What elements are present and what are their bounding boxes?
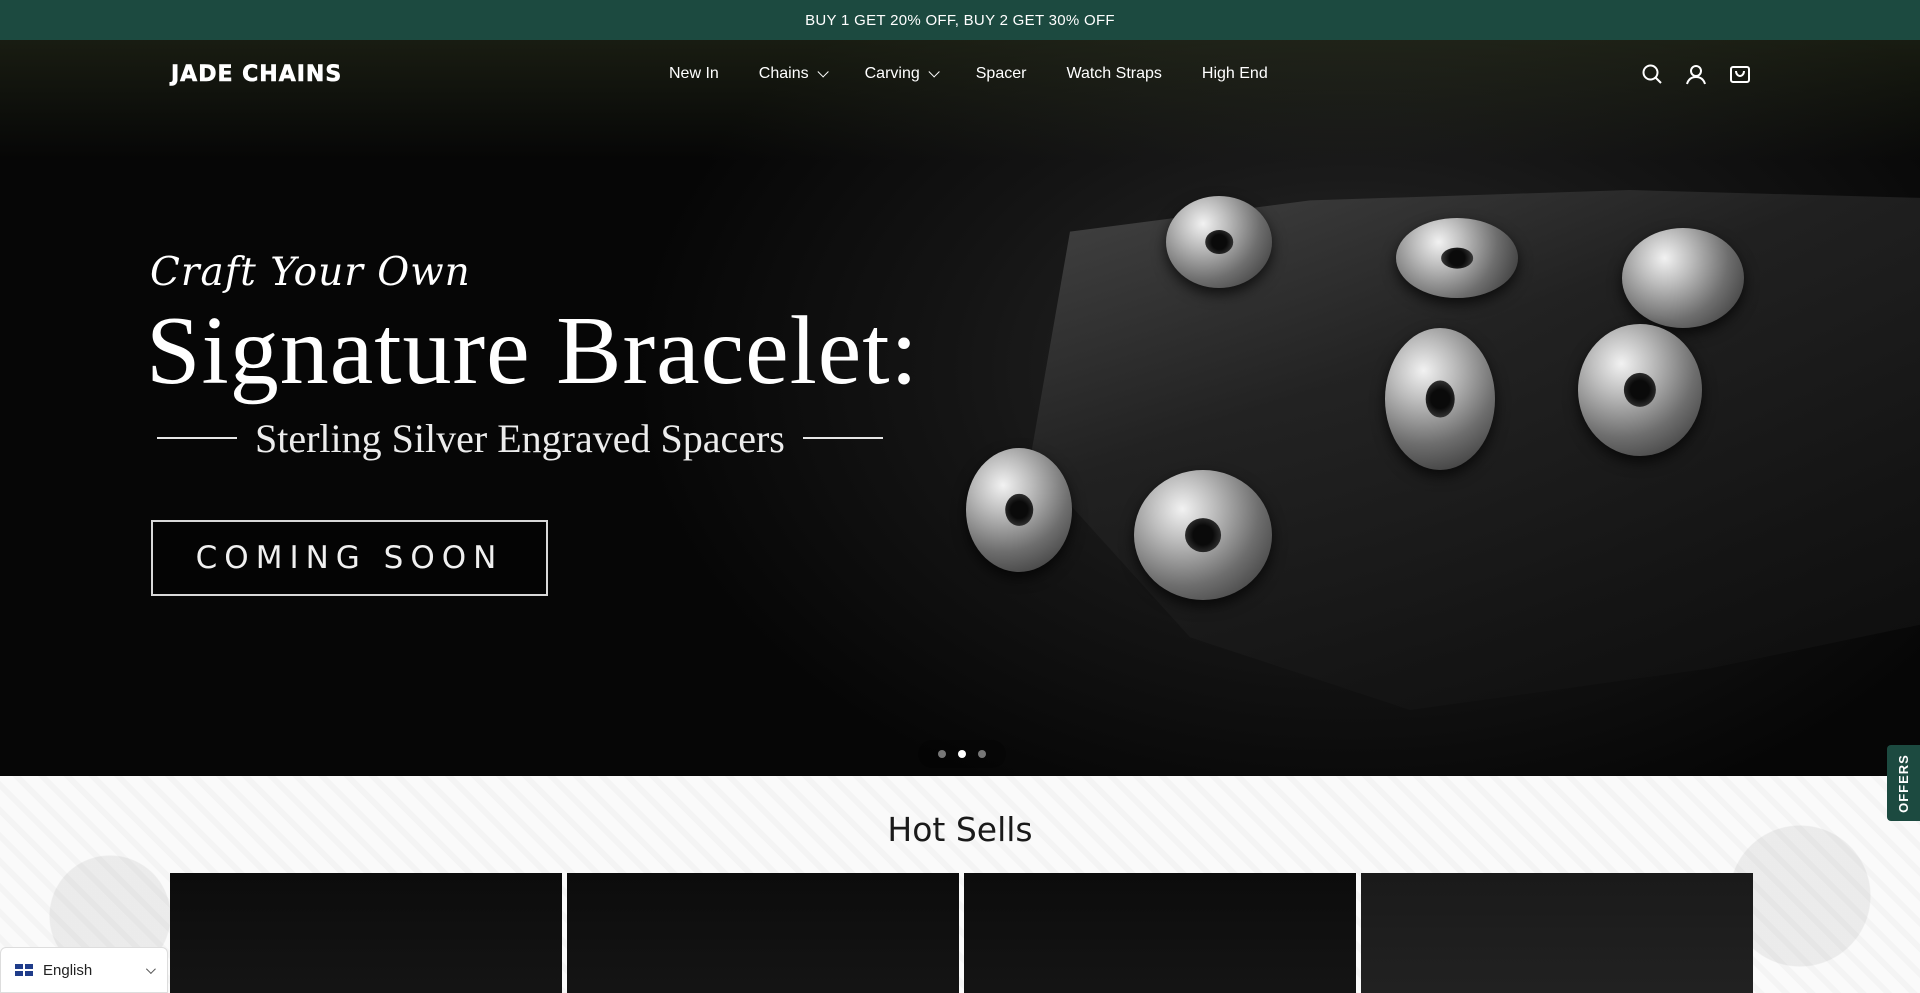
silver-bead-image (1622, 228, 1744, 328)
hero-headline: Signature Bracelet: (146, 297, 919, 405)
product-card[interactable] (1361, 873, 1753, 993)
hero-subline: Sterling Silver Engraved Spacers (255, 415, 785, 461)
nav-item-watch-straps[interactable]: Watch Straps (1066, 65, 1161, 83)
cart-icon[interactable] (1728, 62, 1752, 86)
nav-item-carving[interactable]: Carving (864, 65, 940, 83)
language-selector[interactable]: English (0, 947, 168, 993)
product-card[interactable] (964, 873, 1356, 993)
product-card[interactable] (170, 873, 562, 993)
divider (802, 437, 883, 439)
announcement-bar: BUY 1 GET 20% OFF, BUY 2 GET 30% OFF (0, 0, 1920, 40)
nav-item-high-end[interactable]: High End (1202, 65, 1268, 83)
product-grid (170, 873, 1753, 993)
nav-item-label: New In (669, 65, 719, 82)
chevron-down-icon (817, 66, 829, 78)
nav-item-label: Carving (864, 65, 920, 82)
nav-item-label: Spacer (975, 65, 1027, 82)
hero-banner[interactable]: Craft Your Own Signature Bracelet: Sterl… (0, 40, 1920, 776)
chevron-down-icon (928, 66, 940, 78)
nav-item-label: High End (1201, 65, 1268, 82)
coming-soon-button[interactable]: COMING SOON (151, 520, 548, 596)
main-nav: New In Chains Carving Spacer Watch Strap… (669, 65, 1268, 83)
language-label: English (43, 961, 93, 979)
account-icon[interactable] (1684, 62, 1708, 86)
section-title: Hot Sells (887, 810, 1033, 849)
offers-tab[interactable]: OFFERS (1887, 745, 1920, 821)
search-icon[interactable] (1640, 62, 1664, 86)
header-icons (1640, 62, 1752, 86)
silver-bead-image (1385, 328, 1495, 470)
hero-kicker: Craft Your Own (150, 250, 471, 295)
silver-bead-image (1134, 470, 1272, 600)
silver-bead-image (1578, 324, 1702, 456)
offers-label: OFFERS (1896, 753, 1912, 813)
slider-pagination (918, 740, 1006, 768)
slide-dot-3[interactable] (978, 750, 986, 758)
uk-flag-icon (15, 964, 33, 976)
nav-item-chains[interactable]: Chains (758, 65, 829, 83)
nav-item-label: Watch Straps (1066, 65, 1162, 82)
slide-dot-2[interactable] (958, 750, 966, 758)
divider (157, 437, 237, 439)
silver-bead-image (1166, 196, 1272, 288)
silver-bead-image (966, 448, 1072, 572)
logo[interactable]: JADE CHAINS (171, 62, 342, 88)
silver-bead-image (1396, 218, 1518, 298)
nav-item-label: Chains (758, 65, 809, 82)
nav-item-spacer[interactable]: Spacer (976, 65, 1027, 83)
nav-item-new-in[interactable]: New In (669, 65, 719, 83)
chevron-down-icon (145, 963, 156, 974)
hero-subline-row: Sterling Silver Engraved Spacers (157, 413, 883, 463)
main-header: JADE CHAINS New In Chains Carving Spacer… (0, 40, 1920, 110)
product-card[interactable] (567, 873, 959, 993)
announcement-text: BUY 1 GET 20% OFF, BUY 2 GET 30% OFF (805, 11, 1115, 29)
slide-dot-1[interactable] (938, 750, 946, 758)
